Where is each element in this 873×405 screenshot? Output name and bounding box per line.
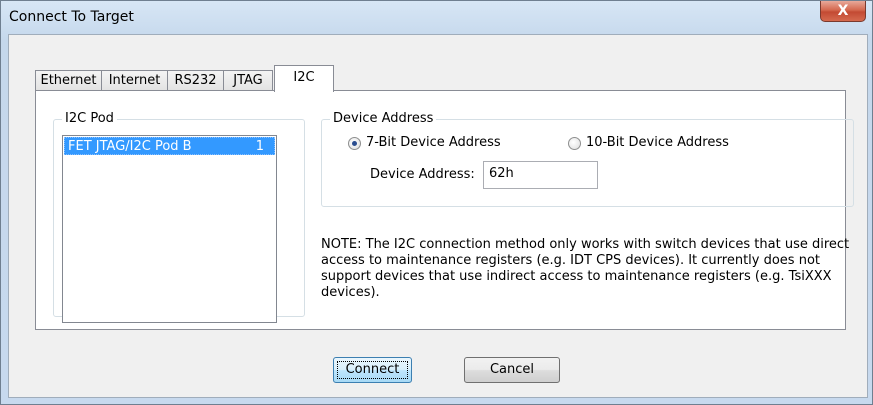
radio-10bit[interactable] [568, 137, 581, 150]
i2c-pod-group-title: I2C Pod [62, 111, 117, 127]
dialog-client-area: Ethernet Internet RS232 JTAG I2C I2C Pod… [8, 34, 868, 398]
tab-jtag[interactable]: JTAG [223, 70, 273, 91]
tab-i2c[interactable]: I2C [274, 65, 334, 92]
device-address-group-title: Device Address [330, 111, 437, 127]
dialog-window: Connect To Target X Ethernet Internet RS… [0, 0, 873, 405]
connect-button[interactable]: Connect [333, 357, 412, 383]
i2c-note-text: NOTE: The I2C connection method only wor… [321, 237, 850, 300]
close-icon: X [837, 3, 849, 19]
pod-number: 1 [255, 139, 264, 154]
window-title: Connect To Target [9, 9, 134, 25]
tab-rs232[interactable]: RS232 [167, 70, 224, 91]
radio-7bit-label[interactable]: 7-Bit Device Address [366, 135, 501, 151]
list-item[interactable]: FET JTAG/I2C Pod B 1 [64, 137, 275, 155]
connect-button-label: Connect [337, 361, 408, 379]
radio-7bit[interactable] [348, 137, 361, 150]
pod-name: FET JTAG/I2C Pod B [68, 139, 192, 154]
title-bar[interactable]: Connect To Target X [1, 1, 872, 35]
i2c-pod-list[interactable]: FET JTAG/I2C Pod B 1 [62, 135, 277, 323]
device-address-label: Device Address: [370, 167, 475, 182]
tab-ethernet[interactable]: Ethernet [35, 70, 102, 91]
device-address-input[interactable]: 62h [483, 161, 598, 189]
tab-internet[interactable]: Internet [101, 70, 168, 91]
close-button[interactable]: X [820, 1, 866, 22]
cancel-button[interactable]: Cancel [464, 357, 560, 383]
radio-10bit-label[interactable]: 10-Bit Device Address [586, 135, 729, 151]
